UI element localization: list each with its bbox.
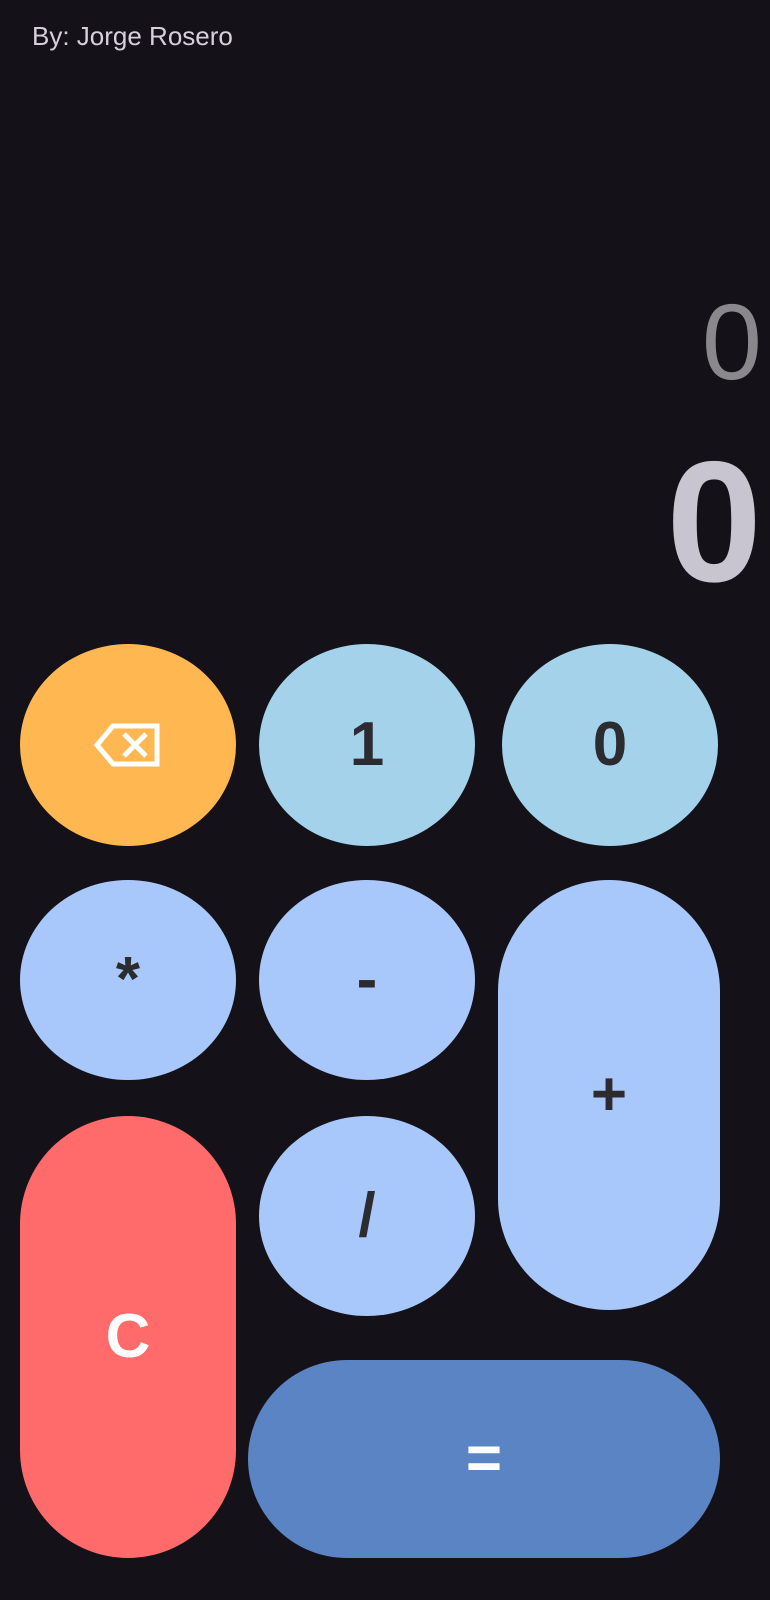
result-display: 0 xyxy=(666,426,762,618)
digit-0-label: 0 xyxy=(592,710,628,779)
add-button[interactable]: + xyxy=(498,880,720,1310)
backspace-icon xyxy=(93,723,160,767)
add-label: + xyxy=(590,1060,628,1129)
subtract-label: - xyxy=(356,945,378,1014)
divide-label: / xyxy=(358,1181,376,1250)
multiply-label: * xyxy=(115,945,141,1014)
subtract-button[interactable]: - xyxy=(259,880,475,1080)
author-label: By: Jorge Rosero xyxy=(32,21,233,51)
equals-button[interactable]: = xyxy=(248,1360,720,1558)
backspace-button[interactable] xyxy=(20,644,236,846)
divide-button[interactable]: / xyxy=(259,1116,475,1316)
digit-0-button[interactable]: 0 xyxy=(502,644,718,846)
clear-label: C xyxy=(105,1302,151,1371)
digit-1-label: 1 xyxy=(349,710,385,779)
equals-label: = xyxy=(465,1424,503,1493)
digit-1-button[interactable]: 1 xyxy=(259,644,475,846)
expression-display: 0 xyxy=(701,281,762,402)
multiply-button[interactable]: * xyxy=(20,880,236,1080)
clear-button[interactable]: C xyxy=(20,1116,236,1558)
